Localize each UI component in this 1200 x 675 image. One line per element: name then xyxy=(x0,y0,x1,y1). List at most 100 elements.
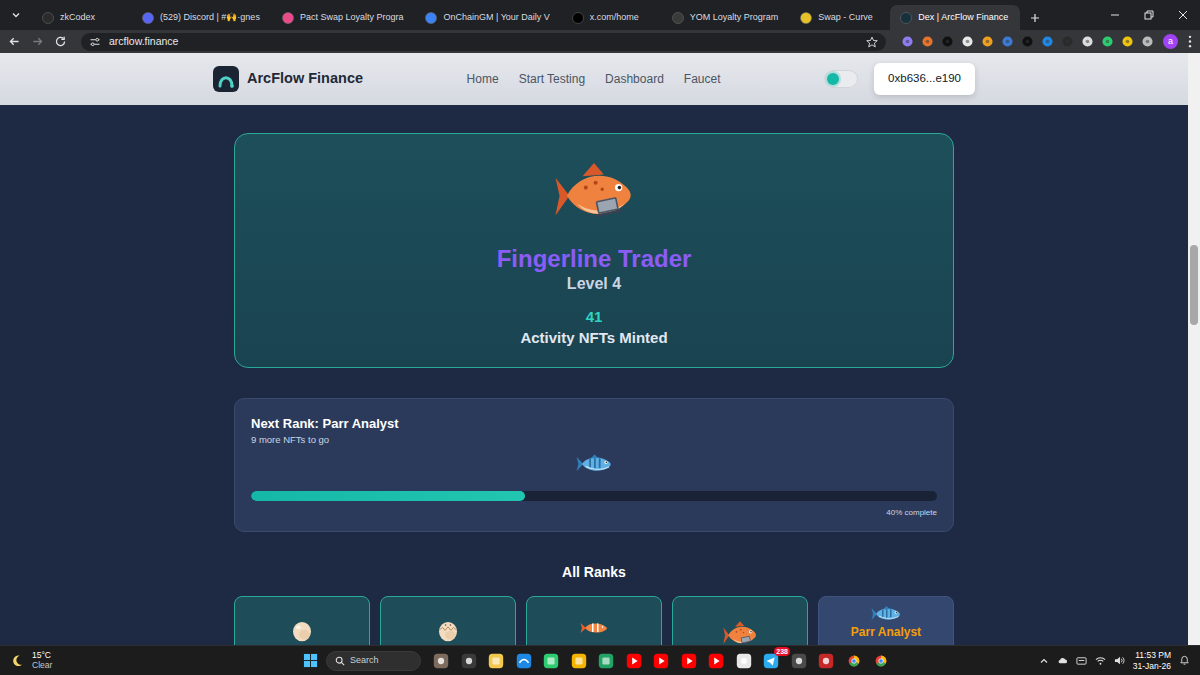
address-bar[interactable]: arcflow.finance xyxy=(81,33,886,51)
browser-tab[interactable]: zkCodex xyxy=(32,5,132,30)
window-controls xyxy=(1098,0,1200,30)
scrollbar[interactable] xyxy=(1188,53,1200,645)
rank-card[interactable] xyxy=(672,596,808,645)
brand-name[interactable]: ArcFlow Finance xyxy=(247,68,363,90)
back-button[interactable] xyxy=(8,35,21,48)
wallet-button[interactable]: 0xb636...e190 xyxy=(874,63,975,95)
url-text[interactable]: arcflow.finance xyxy=(109,34,858,50)
taskbar-app[interactable] xyxy=(871,650,891,672)
extension-icon[interactable] xyxy=(942,36,953,47)
extension-icon[interactable] xyxy=(1002,36,1013,47)
forward-button[interactable] xyxy=(31,35,44,48)
restore-icon xyxy=(1144,10,1154,20)
tab-search-button[interactable] xyxy=(6,3,26,27)
nav-link[interactable]: Home xyxy=(467,70,499,88)
cloud-icon[interactable] xyxy=(1057,655,1068,666)
site-info-icon[interactable] xyxy=(89,36,101,48)
taskbar-search[interactable] xyxy=(326,651,421,671)
app-icon xyxy=(735,652,753,670)
taskbar-app[interactable] xyxy=(844,650,864,672)
browser-tab[interactable]: x.com/home xyxy=(562,5,662,30)
extension-icon[interactable] xyxy=(922,36,933,47)
taskbar-app[interactable] xyxy=(706,650,726,672)
taskbar-app[interactable] xyxy=(514,650,534,672)
rank-card[interactable]: Parr Analyst xyxy=(818,596,954,645)
browser-tab[interactable]: YOM Loyalty Program xyxy=(662,5,791,30)
search-input[interactable] xyxy=(350,654,410,668)
app-icon xyxy=(542,652,560,670)
bookmark-star-icon[interactable] xyxy=(866,36,878,48)
nav-link[interactable]: Faucet xyxy=(684,70,721,88)
extension-icon[interactable] xyxy=(1102,36,1113,47)
browser-menu-button[interactable] xyxy=(1188,35,1192,48)
start-button[interactable] xyxy=(300,653,320,668)
taskbar-app[interactable] xyxy=(816,650,836,672)
clock-time: 11:53 PM xyxy=(1133,650,1171,660)
minimize-button[interactable] xyxy=(1098,0,1132,30)
taskbar-app[interactable] xyxy=(569,650,589,672)
chevron-up-icon xyxy=(1039,656,1049,666)
wifi-icon[interactable] xyxy=(1095,655,1106,666)
taskbar-app[interactable] xyxy=(431,650,451,672)
browser-tab[interactable]: (529) Discord | #🙌·gnes xyxy=(132,5,272,30)
restore-button[interactable] xyxy=(1132,0,1166,30)
extension-icon[interactable] xyxy=(1082,36,1093,47)
extension-icon[interactable] xyxy=(1022,36,1033,47)
taskbar-app[interactable] xyxy=(679,650,699,672)
app-icon xyxy=(652,652,670,670)
tab-label: OnChainGM | Your Daily V xyxy=(443,11,549,25)
theme-toggle[interactable] xyxy=(824,70,858,88)
extension-icon[interactable] xyxy=(1062,36,1073,47)
clock-date: 31-Jan-26 xyxy=(1133,661,1171,671)
bell-icon[interactable] xyxy=(1179,655,1190,666)
magnifier-icon xyxy=(335,656,345,666)
app-icon xyxy=(432,652,450,670)
reload-button[interactable] xyxy=(54,35,67,48)
browser-tab[interactable]: Pact Swap Loyalty Progra xyxy=(272,5,416,30)
tray-overflow-button[interactable] xyxy=(1039,656,1049,666)
rank-card[interactable] xyxy=(234,596,370,645)
taskbar-app[interactable] xyxy=(541,650,561,672)
clock[interactable]: 11:53 PM31-Jan-26 xyxy=(1133,650,1171,670)
taskbar-app[interactable] xyxy=(596,650,616,672)
taskbar-app[interactable] xyxy=(624,650,644,672)
favicon-icon xyxy=(142,12,154,24)
speaker-icon[interactable] xyxy=(1114,655,1125,666)
fry-icon xyxy=(579,619,609,637)
hatchling-icon xyxy=(436,619,460,643)
extension-icon[interactable] xyxy=(982,36,993,47)
favicon-icon xyxy=(672,12,684,24)
nav-link[interactable]: Dashboard xyxy=(605,70,664,88)
taskbar-app[interactable] xyxy=(789,650,809,672)
weather-widget[interactable]: 15°CClear xyxy=(0,651,300,671)
toggle-knob xyxy=(827,73,839,85)
extension-icon[interactable] xyxy=(1142,36,1153,47)
rank-card[interactable] xyxy=(380,596,516,645)
extension-icon[interactable] xyxy=(902,36,913,47)
reload-icon xyxy=(54,35,67,48)
taskbar-app[interactable] xyxy=(734,650,754,672)
close-button[interactable] xyxy=(1166,0,1200,30)
rank-card[interactable] xyxy=(526,596,662,645)
nav-link[interactable]: Start Testing xyxy=(519,70,585,88)
taskbar-app[interactable]: 238 xyxy=(761,650,781,672)
scrollbar-thumb[interactable] xyxy=(1190,245,1198,325)
next-rank-card: Next Rank: Parr Analyst9 more NFTs to go… xyxy=(234,398,954,532)
browser-tab[interactable]: Swap - Curve xyxy=(790,5,890,30)
keyboard-icon[interactable] xyxy=(1076,655,1087,666)
taskbar-app[interactable] xyxy=(486,650,506,672)
extension-icon[interactable] xyxy=(1042,36,1053,47)
brand[interactable]: ArcFlow Finance xyxy=(213,66,363,92)
taskbar-app[interactable] xyxy=(459,650,479,672)
browser-tab[interactable]: Dex | ArcFlow Finance xyxy=(890,5,1020,30)
profile-button[interactable]: a xyxy=(1163,34,1178,49)
browser-tab[interactable]: OnChainGM | Your Daily V xyxy=(415,5,561,30)
site-navbar: ArcFlow Finance Home Start Testing Dashboar… xyxy=(0,53,1188,105)
extension-icon[interactable] xyxy=(962,36,973,47)
parr-fish-icon xyxy=(576,453,612,475)
back-arrow-icon xyxy=(8,35,21,48)
taskbar-apps: 238 xyxy=(300,650,899,672)
taskbar-app[interactable] xyxy=(651,650,671,672)
extension-icon[interactable] xyxy=(1122,36,1133,47)
new-tab-button[interactable] xyxy=(1024,5,1046,30)
